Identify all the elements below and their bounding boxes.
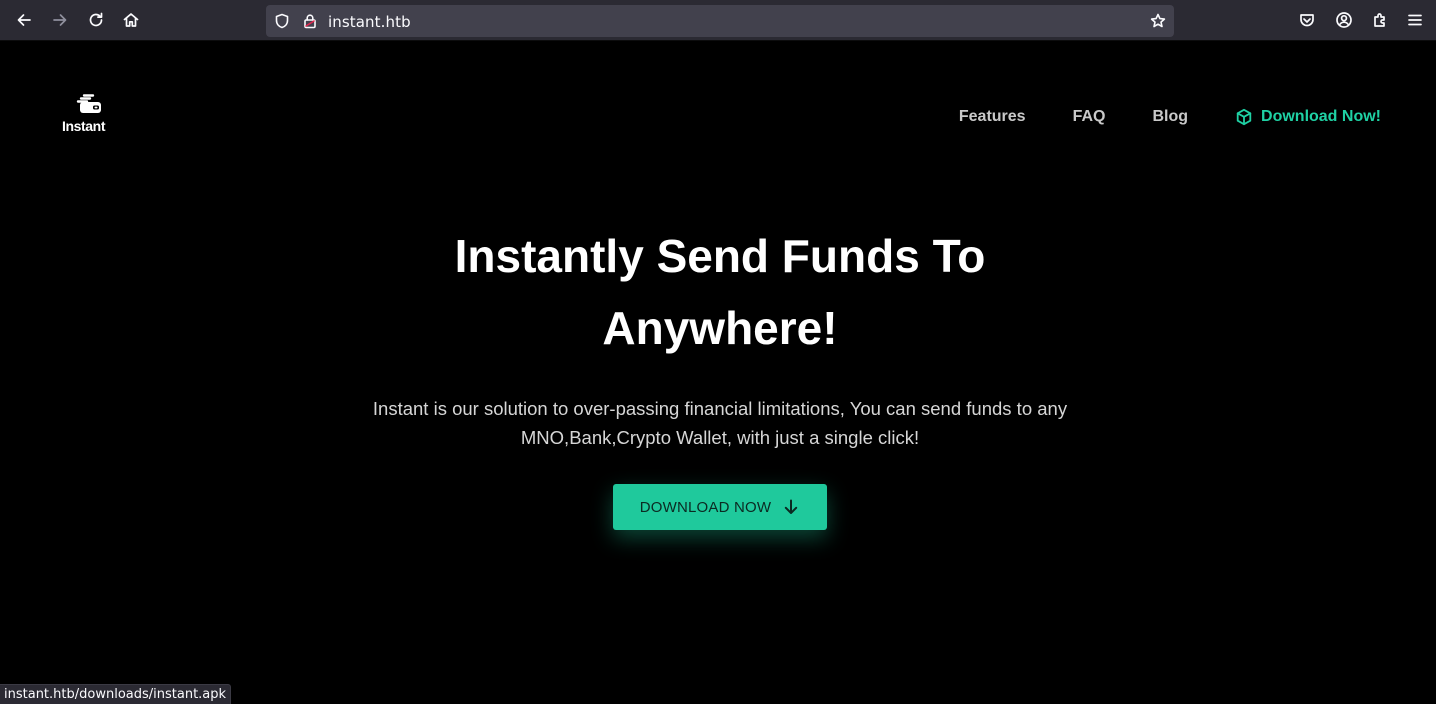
nav-download-link[interactable]: Download Now! xyxy=(1235,108,1381,126)
back-arrow-icon xyxy=(17,14,31,26)
status-bar: instant.htb/downloads/instant.apk xyxy=(0,684,232,704)
hero-title: Instantly Send Funds To Anywhere! xyxy=(0,220,1436,364)
reload-icon xyxy=(89,12,103,27)
menu-icon xyxy=(1408,14,1422,26)
download-now-button[interactable]: DOWNLOAD NOW xyxy=(613,484,827,530)
nav-features[interactable]: Features xyxy=(959,108,1026,126)
forward-arrow-icon xyxy=(53,14,67,26)
menu-button[interactable] xyxy=(1400,5,1430,35)
hero-subtitle-line2: MNO,Bank,Crypto Wallet, with just a sing… xyxy=(520,427,920,448)
pocket-button[interactable] xyxy=(1292,5,1322,35)
shield-icon[interactable] xyxy=(273,12,291,30)
logo-wallet-icon xyxy=(76,94,101,113)
url-bar[interactable]: instant.htb xyxy=(266,5,1174,37)
lock-icon[interactable] xyxy=(301,12,319,30)
pocket-icon xyxy=(1300,14,1314,27)
browser-toolbar: instant.htb xyxy=(0,0,1436,41)
home-button[interactable] xyxy=(116,5,146,35)
nav-download-label: Download Now! xyxy=(1261,108,1381,125)
url-text[interactable]: instant.htb xyxy=(328,13,411,31)
main-nav: Features FAQ Blog Download Now! xyxy=(959,108,1381,126)
logo[interactable]: Instant xyxy=(62,94,110,136)
download-now-label: DOWNLOAD NOW xyxy=(639,498,772,516)
hero-title-line2: Anywhere! xyxy=(602,302,838,354)
back-button[interactable] xyxy=(9,5,39,35)
logo-text: Instant xyxy=(62,118,106,134)
extensions-button[interactable] xyxy=(1365,5,1395,35)
hero-subtitle-line1: Instant is our solution to over-passing … xyxy=(372,398,1068,419)
box-icon xyxy=(1236,108,1252,126)
hero-title-line1: Instantly Send Funds To xyxy=(454,230,986,282)
arrow-down-icon xyxy=(785,499,798,514)
nav-faq[interactable]: FAQ xyxy=(1073,108,1106,126)
nav-blog[interactable]: Blog xyxy=(1152,108,1188,126)
home-icon xyxy=(123,13,139,27)
star-icon[interactable] xyxy=(1149,12,1167,30)
hero-subtitle: Instant is our solution to over-passing … xyxy=(350,394,1090,452)
extensions-icon xyxy=(1374,13,1385,27)
reload-button[interactable] xyxy=(81,5,111,35)
account-icon xyxy=(1336,12,1352,28)
account-button[interactable] xyxy=(1329,5,1359,35)
forward-button[interactable] xyxy=(45,5,75,35)
page-content: Instant Features FAQ Blog Download Now! … xyxy=(0,42,1436,704)
